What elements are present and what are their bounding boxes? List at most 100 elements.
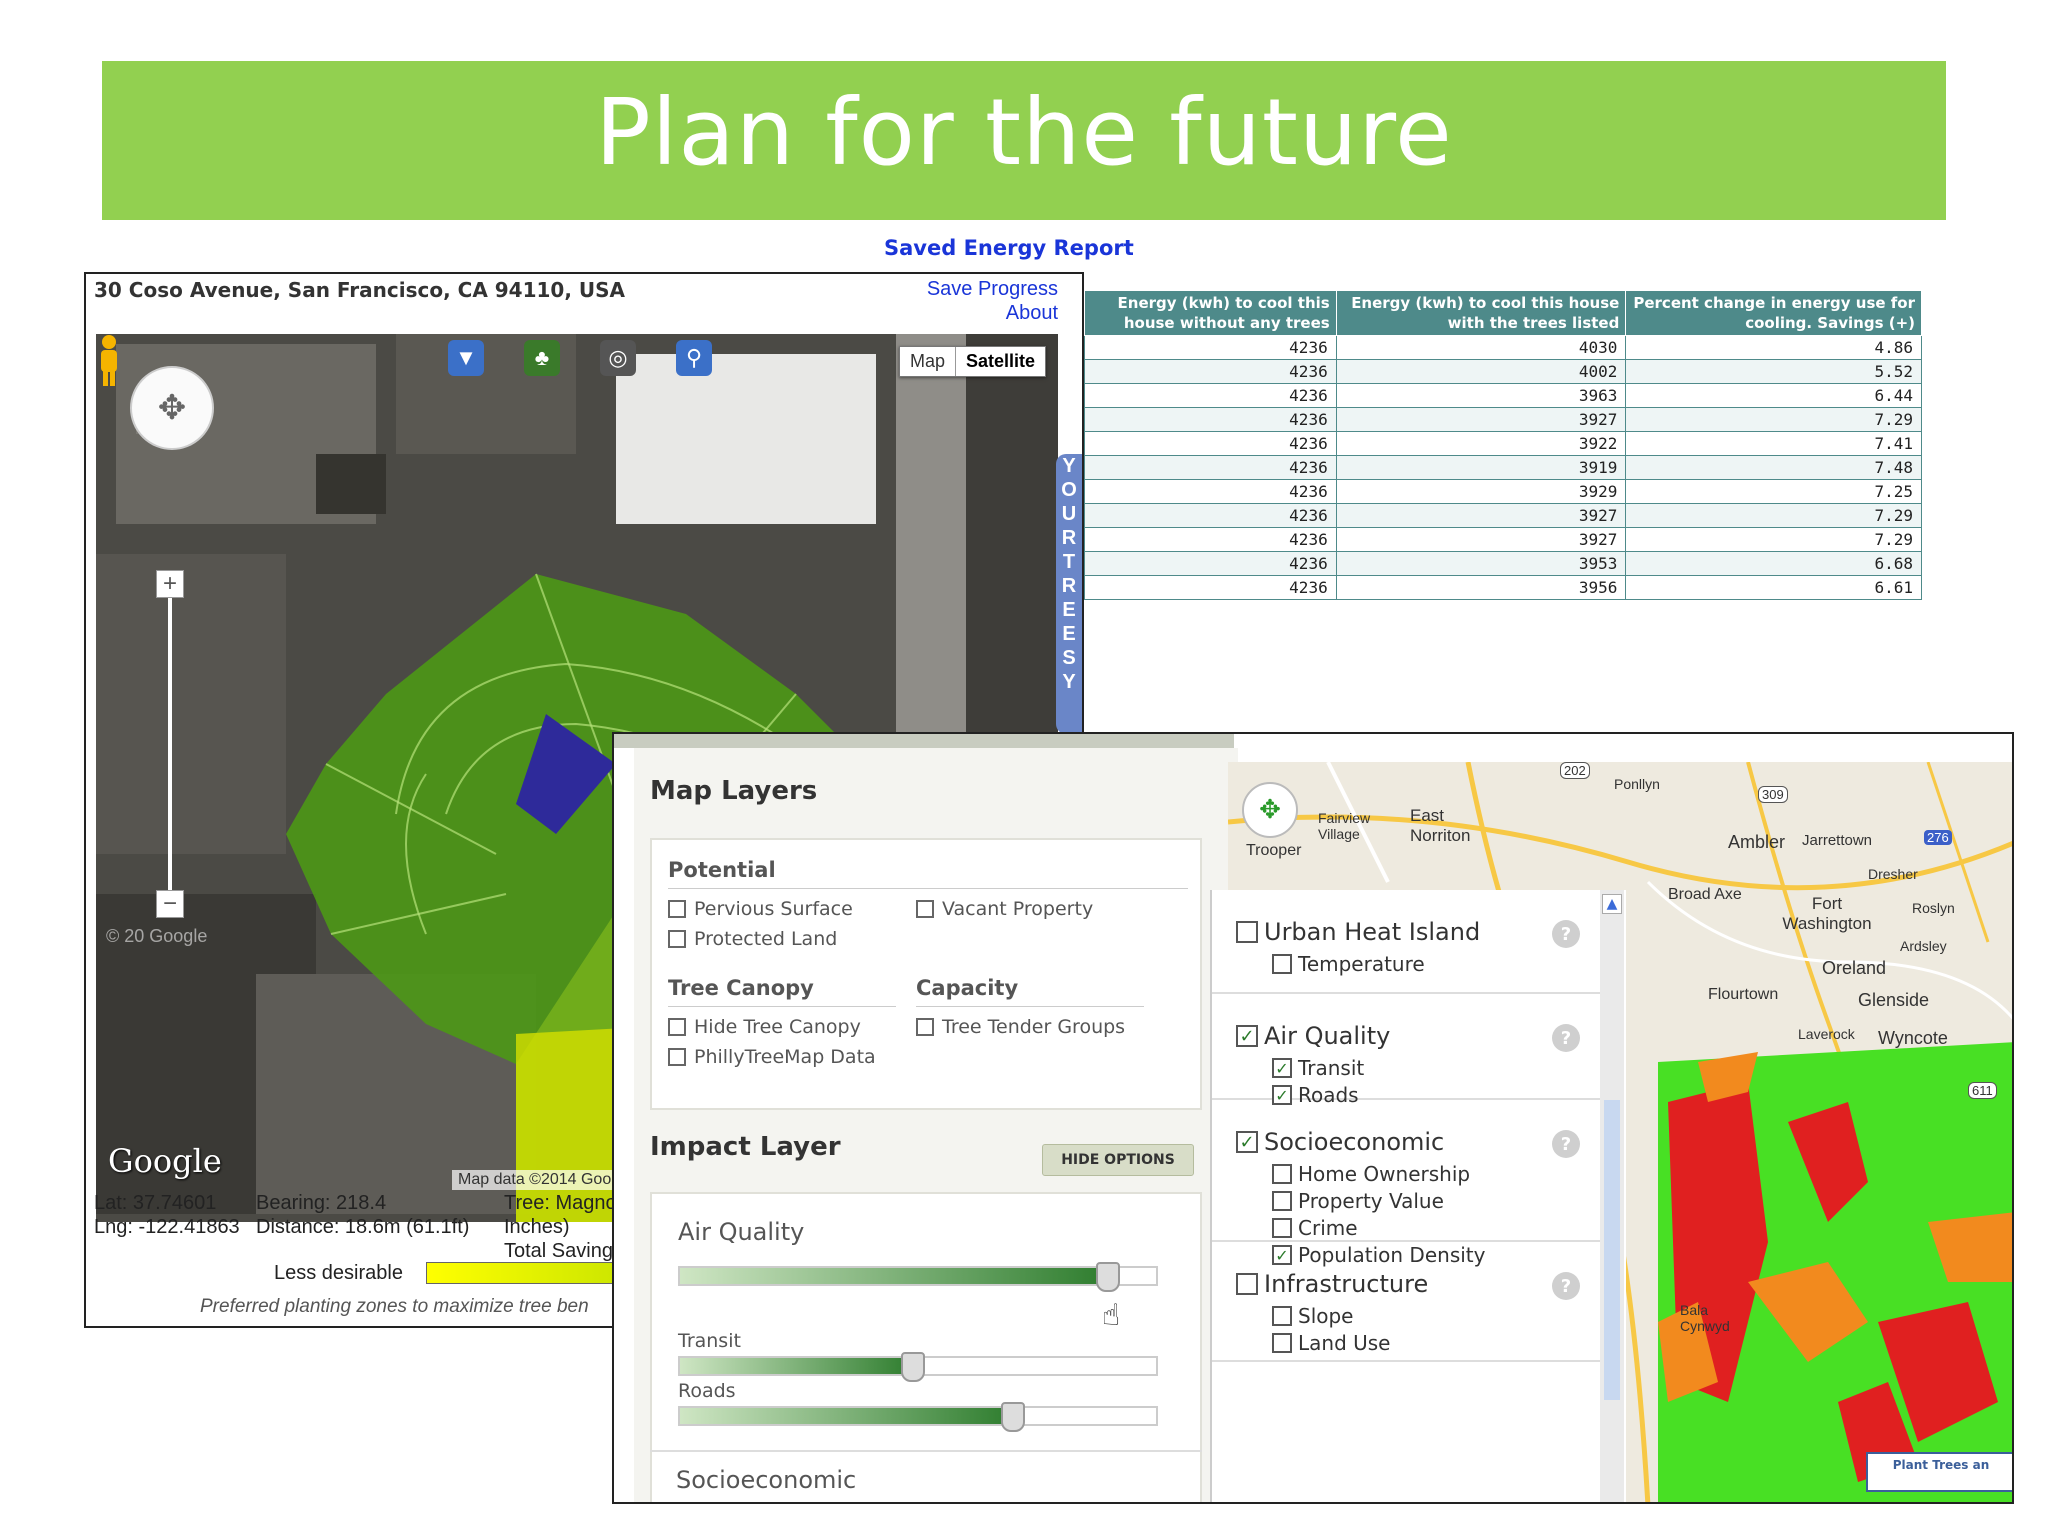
map-label: Oreland <box>1822 958 1887 978</box>
sub-layer-checkbox[interactable]: Crime <box>1272 1216 1358 1240</box>
tree-inches-text: Inches) <box>504 1216 570 1238</box>
socioeconomic-impact-label: Socioeconomic <box>676 1466 857 1494</box>
table-cell: 3963 <box>1335 383 1627 408</box>
help-icon[interactable]: ? <box>1552 1130 1580 1158</box>
table-row: 4236 3927 7.29 <box>1084 527 1922 552</box>
checkbox[interactable] <box>1272 1191 1292 1211</box>
sub-layer-checkbox[interactable]: Property Value <box>1272 1189 1444 1213</box>
socioeconomic-impact-section[interactable]: Socioeconomic <box>650 1450 1202 1502</box>
sub-layer-label: Transit <box>1298 1056 1365 1080</box>
table-row: 4236 4002 5.52 <box>1084 359 1922 384</box>
table-cell: 4236 <box>1084 551 1337 576</box>
slider-thumb[interactable] <box>1001 1402 1026 1432</box>
transit-slider[interactable] <box>678 1352 1158 1382</box>
table-cell: 3953 <box>1335 551 1627 576</box>
add-tree-icon[interactable]: ♣ <box>524 340 560 376</box>
about-link[interactable]: About <box>1006 302 1058 325</box>
table-cell: 7.41 <box>1625 431 1922 456</box>
layer-section-checkbox[interactable]: Urban Heat Island <box>1236 918 1480 946</box>
map-label: Laverock <box>1798 1026 1855 1042</box>
map-type-satellite-button[interactable]: Satellite <box>954 347 1045 376</box>
scroll-up-icon[interactable]: ▲ <box>1602 894 1622 914</box>
table-row: 4236 3927 7.29 <box>1084 503 1922 528</box>
checkbox[interactable]: ✓ <box>1236 1025 1258 1047</box>
map-type-control[interactable]: Map Satellite <box>898 346 1046 377</box>
layer-section-checkbox[interactable]: ✓ Air Quality <box>1236 1022 1390 1050</box>
help-icon[interactable]: ? <box>1552 1272 1580 1300</box>
sub-layer-checkbox[interactable]: Land Use <box>1272 1331 1391 1355</box>
checkbox[interactable] <box>668 930 686 948</box>
zoom-slider-track[interactable] <box>168 590 172 890</box>
map-pan-control-icon[interactable]: ✥ <box>1242 782 1298 838</box>
checkbox[interactable]: ✓ <box>1236 1131 1258 1153</box>
checkbox[interactable] <box>1236 1273 1258 1295</box>
your-trees-tab[interactable]: YOUR TREES Y <box>1056 454 1082 734</box>
checkbox[interactable] <box>668 1048 686 1066</box>
sub-layer-checkbox[interactable]: Home Ownership <box>1272 1162 1470 1186</box>
layer-section-checkbox[interactable]: ✓ Socioeconomic <box>1236 1128 1444 1156</box>
phillytreemap-data-checkbox[interactable]: PhillyTreeMap Data <box>668 1046 876 1068</box>
table-row: 4236 3922 7.41 <box>1084 431 1922 456</box>
slider-thumb[interactable] <box>1096 1262 1121 1292</box>
checkbox[interactable] <box>1272 954 1292 974</box>
checkbox[interactable] <box>1236 921 1258 943</box>
scrollbar-thumb[interactable] <box>1604 1100 1620 1400</box>
map-label: Fairview Village <box>1318 810 1371 842</box>
slider-thumb[interactable] <box>901 1352 926 1382</box>
map-label: Flourtown <box>1708 986 1779 1003</box>
checkbox[interactable] <box>916 900 934 918</box>
table-cell: 4236 <box>1084 335 1337 360</box>
checkbox[interactable] <box>1272 1306 1292 1326</box>
checkbox[interactable] <box>668 1018 686 1036</box>
checkbox[interactable]: ✓ <box>1272 1058 1292 1078</box>
report-title: Saved Energy Report <box>884 236 1134 260</box>
zoom-out-button[interactable]: − <box>156 890 184 918</box>
bearing-text: Bearing: 218.4 <box>256 1192 387 1214</box>
plant-trees-button[interactable]: Plant Trees an <box>1866 1452 2012 1492</box>
sub-layer-checkbox[interactable]: Slope <box>1272 1304 1354 1328</box>
roads-slider[interactable] <box>678 1402 1158 1432</box>
pan-control-icon[interactable]: ✥ <box>130 366 214 450</box>
sub-layer-checkbox[interactable]: Temperature <box>1272 952 1425 976</box>
latitude-text: Lat: 37.74601 <box>94 1192 217 1214</box>
checkbox[interactable] <box>1272 1164 1292 1184</box>
table-row: 4236 3927 7.29 <box>1084 407 1922 432</box>
sub-layer-checkbox[interactable]: ✓ Transit <box>1272 1056 1364 1080</box>
plant-trees-label: Plant Trees an <box>1892 1458 1990 1472</box>
table-row: 4236 3956 6.61 <box>1084 575 1922 600</box>
bucket-icon[interactable]: ▼ <box>448 340 484 376</box>
map-data-attribution: Map data ©2014 Goo <box>452 1170 618 1190</box>
pervious-surface-checkbox[interactable]: Pervious Surface <box>668 898 853 920</box>
save-progress-link[interactable]: Save Progress <box>927 278 1058 301</box>
checkbox[interactable] <box>1272 1333 1292 1353</box>
layer-section-checkbox[interactable]: Infrastructure <box>1236 1270 1428 1298</box>
zoom-in-button[interactable]: + <box>156 570 184 598</box>
tree-tender-groups-checkbox[interactable]: Tree Tender Groups <box>916 1016 1125 1038</box>
vacant-property-checkbox[interactable]: Vacant Property <box>916 898 1093 920</box>
map-label: Ambler <box>1728 832 1786 852</box>
map-label: Ardsley <box>1900 938 1947 954</box>
table-cell: 4030 <box>1335 335 1627 360</box>
help-icon[interactable]: ? <box>1552 1024 1580 1052</box>
checkbox[interactable] <box>916 1018 934 1036</box>
hide-options-button[interactable]: HIDE OPTIONS <box>1042 1144 1194 1176</box>
map-type-map-button[interactable]: Map <box>900 347 955 376</box>
help-icon[interactable]: ? <box>1552 920 1580 948</box>
roads-slider-label: Roads <box>678 1380 736 1402</box>
table-cell: 3927 <box>1335 503 1627 528</box>
protected-land-checkbox[interactable]: Protected Land <box>668 928 837 950</box>
checklist-scrollbar[interactable]: ▲ <box>1600 890 1624 1502</box>
target-icon[interactable]: ◎ <box>600 340 636 376</box>
hide-tree-canopy-checkbox[interactable]: Hide Tree Canopy <box>668 1016 861 1038</box>
pegman-icon[interactable] <box>96 334 122 388</box>
table-cell: 4236 <box>1084 503 1337 528</box>
table-row: 4236 4030 4.86 <box>1084 335 1922 360</box>
magnifier-icon[interactable]: ⚲ <box>676 340 712 376</box>
checkbox[interactable] <box>1272 1218 1292 1238</box>
slider-fill <box>680 1268 1109 1284</box>
air-quality-slider[interactable] <box>678 1262 1158 1292</box>
table-cell: 4236 <box>1084 407 1337 432</box>
table-cell: 3927 <box>1335 407 1627 432</box>
checkbox[interactable] <box>668 900 686 918</box>
table-cell: 3929 <box>1335 479 1627 504</box>
